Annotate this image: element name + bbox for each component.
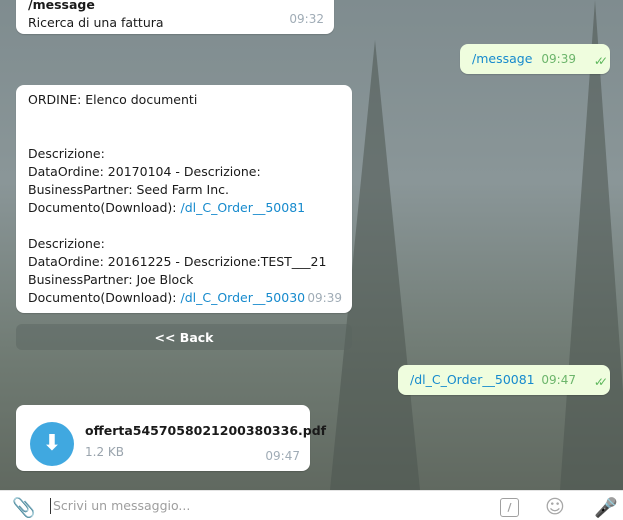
download-arrow-icon[interactable]: ⬇ bbox=[30, 422, 74, 466]
message-time: 09:39 bbox=[541, 52, 576, 66]
file-message: ⬇ offerta5457058021200380336.pdf 1.2 KB … bbox=[16, 405, 326, 471]
message-input-bar: 📎 Scrivi un messaggio... / ☺ 🎤 bbox=[0, 490, 623, 520]
double-check-icon: ✓✓ bbox=[593, 375, 608, 389]
entry-partner: BusinessPartner: Joe Block bbox=[28, 272, 194, 287]
text-cursor bbox=[50, 498, 51, 514]
incoming-message: /message Ricerca di una fattura 09:32 bbox=[16, 0, 334, 34]
outgoing-message: /dl_C_Order__50081 09:47 ✓✓ bbox=[398, 365, 610, 395]
message-input[interactable]: Scrivi un messaggio... bbox=[53, 498, 190, 513]
entry-description: Descrizione: bbox=[28, 146, 105, 161]
slash-command-icon[interactable]: / bbox=[500, 498, 519, 517]
file-name[interactable]: offerta5457058021200380336.pdf bbox=[85, 422, 326, 440]
entry-date: DataOrdine: 20170104 - Descrizione: bbox=[28, 164, 261, 179]
message-text: Ricerca di una fattura bbox=[28, 15, 164, 30]
back-button[interactable]: << Back bbox=[16, 324, 352, 350]
outgoing-message: /message 09:39 ✓✓ bbox=[460, 44, 610, 74]
paperclip-icon[interactable]: 📎 bbox=[12, 496, 36, 519]
command-link[interactable]: /message bbox=[472, 51, 532, 66]
incoming-message: ORDINE: Elenco documenti Descrizione: Da… bbox=[16, 85, 352, 313]
download-link[interactable]: /dl_C_Order__50081 bbox=[180, 200, 305, 215]
entry-doc-label: Documento(Download): bbox=[28, 200, 181, 215]
message-sender: /message bbox=[28, 0, 95, 12]
message-title: ORDINE: Elenco documenti bbox=[28, 92, 198, 107]
entry-date: DataOrdine: 20161225 - Descrizione:TEST_… bbox=[28, 254, 327, 269]
message-time: 09:39 bbox=[307, 291, 342, 305]
download-link[interactable]: /dl_C_Order__50030 bbox=[180, 290, 305, 305]
entry-doc-label: Documento(Download): bbox=[28, 290, 181, 305]
double-check-icon: ✓✓ bbox=[593, 54, 608, 68]
smile-icon[interactable]: ☺ bbox=[545, 496, 565, 518]
entry-description: Descrizione: bbox=[28, 236, 105, 251]
entry-partner: BusinessPartner: Seed Farm Inc. bbox=[28, 182, 229, 197]
command-link[interactable]: /dl_C_Order__50081 bbox=[410, 372, 535, 387]
message-time: 09:47 bbox=[265, 449, 300, 463]
file-size: 1.2 KB bbox=[85, 445, 124, 459]
message-time: 09:47 bbox=[541, 373, 576, 387]
microphone-icon[interactable]: 🎤 bbox=[594, 496, 618, 519]
message-time: 09:32 bbox=[289, 12, 324, 26]
